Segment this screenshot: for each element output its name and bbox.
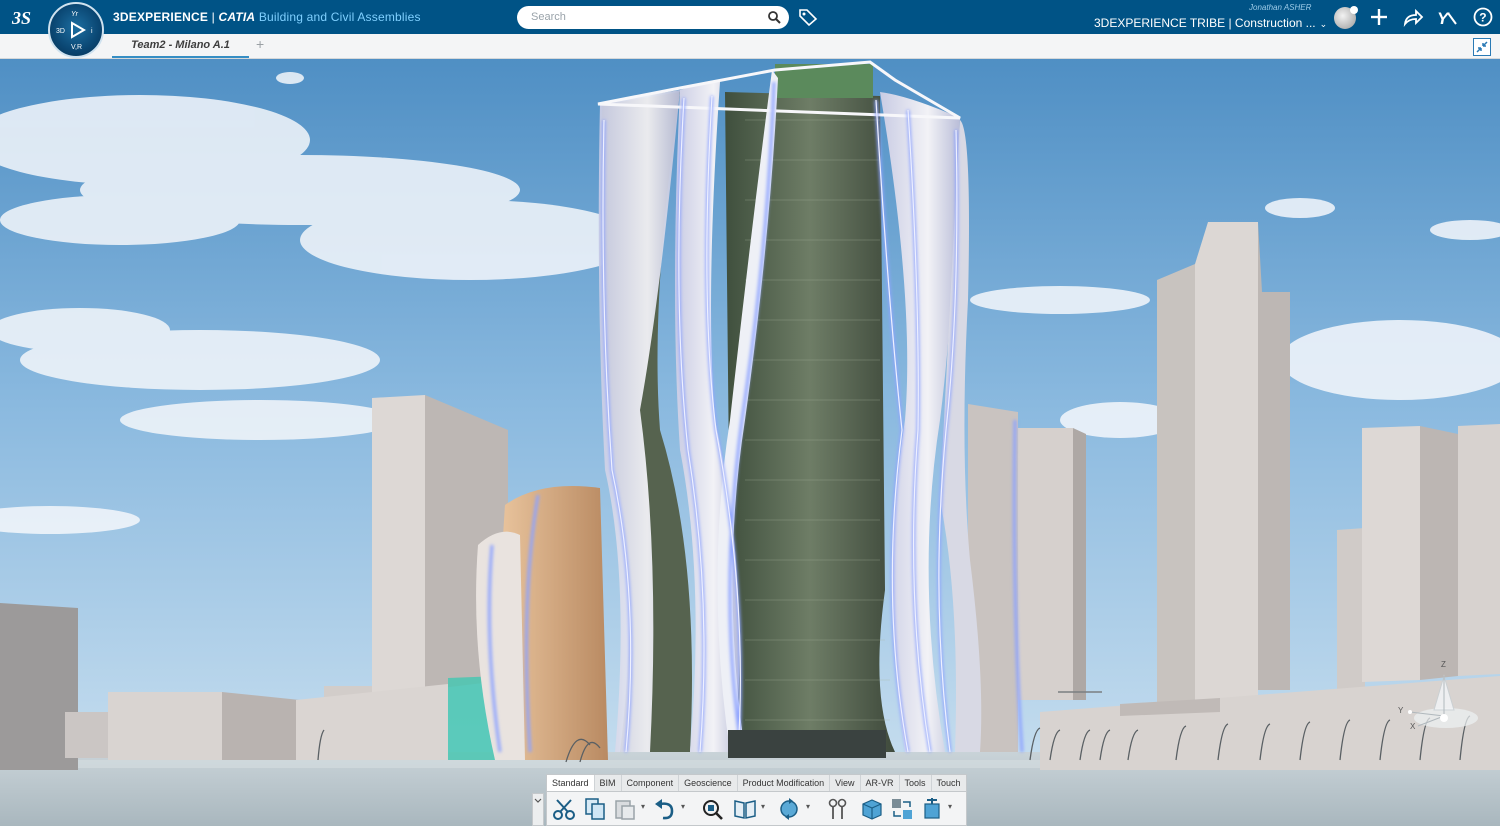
search-bar[interactable]	[517, 6, 789, 29]
dassault-logo-icon[interactable]: 3S	[10, 4, 38, 30]
insert-component-icon[interactable]	[919, 796, 945, 822]
compass-left-label: 3D	[56, 28, 65, 35]
top-bar: 3S 3DEXPERIENCE | CATIA Building and Civ…	[0, 0, 1500, 34]
tab-product-modification[interactable]: Product Modification	[738, 775, 831, 791]
3d-orientation-compass[interactable]: Z Y X	[1396, 658, 1486, 734]
tag-icon[interactable]	[798, 8, 818, 26]
tab-bim[interactable]: BIM	[595, 775, 622, 791]
tenant-selector[interactable]: 3DEXPERIENCE TRIBE | Construction ... ⌄	[1094, 16, 1327, 30]
title-separator: |	[208, 10, 219, 24]
axis-z-label: Z	[1441, 660, 1446, 669]
add-icon[interactable]	[1367, 6, 1391, 28]
chevron-down-icon[interactable]: ▾	[641, 802, 645, 811]
compass-icon: Yr 3D i V,R	[56, 11, 93, 51]
tab-tools[interactable]: Tools	[900, 775, 932, 791]
tab-view[interactable]: View	[830, 775, 861, 791]
copy-icon[interactable]	[582, 796, 608, 822]
zoom-fit-icon[interactable]	[699, 796, 725, 822]
compass-widget[interactable]: Yr 3D i V,R	[48, 2, 104, 58]
keys-tools-icon[interactable]	[825, 796, 851, 822]
role-name: Building and Civil Assemblies	[255, 10, 421, 24]
chevron-down-icon[interactable]: ▾	[761, 802, 765, 811]
undo-icon[interactable]	[652, 796, 678, 822]
chevron-down-icon	[534, 798, 542, 803]
add-tab-button[interactable]: +	[256, 36, 264, 52]
tab-standard[interactable]: Standard	[547, 775, 595, 791]
book-icon[interactable]	[732, 796, 758, 822]
collapse-icon	[1476, 41, 1488, 53]
3d-viewport[interactable]	[0, 58, 1500, 826]
component-cube-icon[interactable]	[859, 796, 885, 822]
share-icon[interactable]	[1401, 6, 1425, 28]
axis-y-label: Y	[1398, 706, 1404, 715]
avatar[interactable]	[1334, 6, 1358, 29]
app-title: 3DEXPERIENCE | CATIA Building and Civil …	[113, 10, 421, 24]
svg-text:3S: 3S	[11, 8, 31, 28]
tab-bar: Team2 - Milano A.1 +	[0, 34, 1500, 59]
paste-icon[interactable]	[612, 796, 638, 822]
tab-geoscience[interactable]: Geoscience	[679, 775, 738, 791]
chevron-down-icon[interactable]: ▾	[948, 802, 952, 811]
cut-icon[interactable]	[551, 796, 577, 822]
compass-bottom-label: V,R	[71, 44, 82, 51]
tab-ar-vr[interactable]: AR-VR	[861, 775, 900, 791]
tenant-label: 3DEXPERIENCE TRIBE | Construction ...	[1094, 16, 1316, 30]
help-icon[interactable]: ?	[1471, 6, 1495, 28]
svg-text:Y: Y	[1437, 9, 1450, 28]
action-bar-tabs: Standard BIM Component Geoscience Produc…	[546, 774, 967, 792]
action-bar-commands: ▾ ▾ ▾ ▾ ▾	[546, 792, 967, 826]
axis-x-label: X	[1410, 722, 1416, 731]
user-name: Jonathan ASHER	[1249, 3, 1312, 12]
action-bar: Standard BIM Component Geoscience Produc…	[546, 774, 967, 826]
tab-label: Team2 - Milano A.1	[131, 39, 230, 51]
tab-touch[interactable]: Touch	[932, 775, 966, 791]
chevron-down-icon: ⌄	[1319, 19, 1328, 29]
app-name: CATIA	[218, 10, 256, 24]
search-icon[interactable]	[767, 10, 781, 24]
update-icon[interactable]	[776, 796, 802, 822]
apps-compass-icon[interactable]: Y	[1435, 6, 1459, 28]
brand-label: 3DEXPERIENCE	[113, 10, 209, 24]
svg-text:?: ?	[1479, 11, 1486, 25]
3d-scene	[0, 58, 1500, 826]
chevron-down-icon[interactable]: ▾	[806, 802, 810, 811]
compass-right-label: i	[91, 28, 93, 35]
tab-component[interactable]: Component	[622, 775, 680, 791]
compass-top-label: Yr	[71, 11, 79, 18]
chevron-down-icon[interactable]: ▾	[681, 802, 685, 811]
action-bar-handle[interactable]	[532, 793, 544, 826]
tab-team2-milano[interactable]: Team2 - Milano A.1	[112, 34, 249, 58]
search-input[interactable]	[529, 10, 753, 24]
replace-component-icon[interactable]	[889, 796, 915, 822]
collapse-view-button[interactable]	[1473, 38, 1491, 56]
